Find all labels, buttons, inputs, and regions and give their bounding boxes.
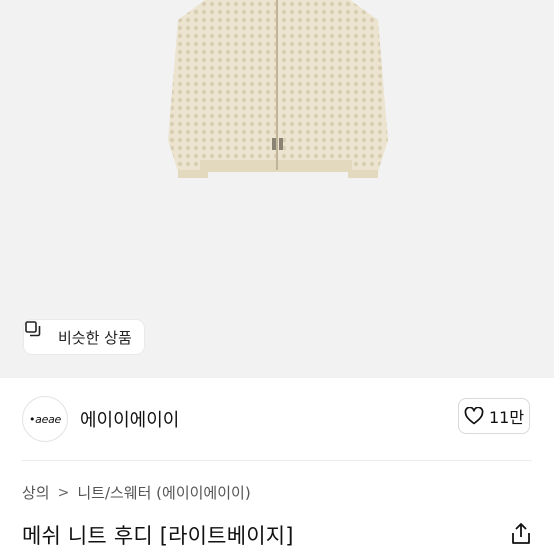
breadcrumb-subcategory[interactable]: 니트/스웨터 (에이이에이이) <box>77 482 250 503</box>
product-title: 메쉬 니트 후디 [라이트베이지] <box>22 524 294 548</box>
chevron-right-icon: > <box>57 484 70 501</box>
divider <box>22 460 532 461</box>
share-icon[interactable] <box>510 522 532 546</box>
stacked-squares-icon <box>25 321 52 346</box>
like-count: 11만 <box>488 408 525 427</box>
like-button[interactable]: 11만 <box>458 398 530 434</box>
similar-products-button[interactable]: 비슷한 상품 <box>24 320 144 354</box>
shop-row: •aeae 에이이에이이 11만 <box>0 378 554 460</box>
similar-products-label: 비슷한 상품 <box>58 328 132 347</box>
shop-name[interactable]: 에이이에이이 <box>80 406 179 432</box>
product-image[interactable]: 비슷한 상품 <box>0 0 554 378</box>
breadcrumb: 상의 > 니트/스웨터 (에이이에이이) <box>22 482 251 503</box>
shop-logo-text: •aeae <box>28 412 61 426</box>
heart-outline-icon <box>464 406 484 425</box>
breadcrumb-category[interactable]: 상의 <box>22 482 50 503</box>
shop-avatar[interactable]: •aeae <box>22 396 68 442</box>
